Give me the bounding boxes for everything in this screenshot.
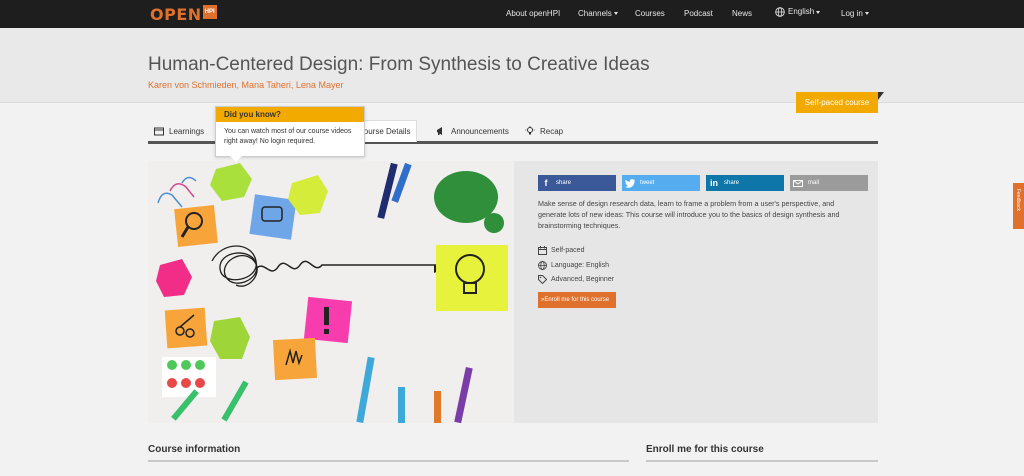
enroll-button[interactable]: »Enroll me for this course bbox=[538, 292, 616, 308]
nav-about[interactable]: About openHPI bbox=[506, 9, 560, 18]
enroll-heading: Enroll me for this course bbox=[646, 444, 764, 455]
twitter-share-label: tweet bbox=[640, 180, 655, 186]
meta-pace: Self-paced bbox=[538, 246, 584, 255]
globe-icon bbox=[538, 261, 547, 270]
nav-language-label: English bbox=[788, 7, 815, 17]
top-navbar: OPEN HPI About openHPI Channels Courses … bbox=[0, 0, 1024, 28]
nav-channels[interactable]: Channels bbox=[578, 9, 618, 18]
tab-course-details-label: Course Details bbox=[358, 127, 411, 136]
calendar-icon bbox=[538, 246, 547, 255]
chevron-down-icon bbox=[613, 12, 618, 16]
course-info-panel: f share tweet in share mail Make sense o… bbox=[514, 161, 878, 423]
course-authors[interactable]: Karen von Schmieden, Mana Taheri, Lena M… bbox=[148, 80, 343, 90]
globe-icon bbox=[775, 7, 785, 17]
course-information-divider bbox=[148, 460, 629, 462]
book-icon bbox=[154, 127, 164, 135]
openhpi-logo[interactable]: OPEN HPI bbox=[150, 4, 217, 24]
facebook-share-label: share bbox=[556, 180, 572, 186]
nav-login-label: Log in bbox=[841, 9, 863, 18]
meta-language: Language: English bbox=[538, 261, 609, 270]
nav-podcast[interactable]: Podcast bbox=[684, 9, 713, 18]
linkedin-share-label: share bbox=[724, 180, 740, 186]
envelope-icon bbox=[790, 175, 806, 191]
logo-box: HPI bbox=[202, 5, 217, 19]
feedback-tab[interactable]: Feedback bbox=[1013, 183, 1024, 229]
course-image bbox=[148, 161, 514, 423]
nav-courses[interactable]: Courses bbox=[635, 9, 665, 18]
share-buttons: f share tweet in share mail bbox=[538, 175, 874, 191]
linkedin-icon: in bbox=[710, 178, 718, 188]
feedback-tab-label: Feedback bbox=[1015, 189, 1021, 211]
enroll-button-label: Enroll me for this course bbox=[544, 297, 610, 303]
meta-pace-label: Self-paced bbox=[551, 247, 585, 254]
tooltip-body: You can watch most of our course videos … bbox=[224, 128, 352, 145]
chevron-down-icon bbox=[864, 12, 869, 16]
twitter-share-button[interactable]: tweet bbox=[622, 175, 700, 191]
course-description: Make sense of design research data, lear… bbox=[538, 199, 840, 230]
self-paced-badge: Self-paced course bbox=[796, 92, 884, 113]
nav-news[interactable]: News bbox=[732, 9, 752, 18]
twitter-icon bbox=[622, 175, 638, 191]
chevron-down-icon bbox=[816, 10, 821, 14]
tab-recap-label: Recap bbox=[540, 126, 564, 136]
mail-share-label: mail bbox=[808, 180, 820, 186]
meta-language-label: Language: English bbox=[551, 262, 609, 269]
did-you-know-tooltip: Did you know? You can watch most of our … bbox=[215, 106, 365, 162]
linkedin-share-button[interactable]: in share bbox=[706, 175, 784, 191]
nav-login[interactable]: Log in bbox=[841, 9, 869, 18]
tab-learnings[interactable]: Learnings bbox=[148, 120, 210, 142]
tag-icon bbox=[538, 275, 547, 284]
tooltip-arrow bbox=[230, 156, 242, 162]
lightbulb-icon bbox=[525, 126, 535, 135]
facebook-icon: f bbox=[544, 178, 548, 188]
meta-level-label: Advanced, Beginner bbox=[551, 276, 615, 283]
facebook-share-button[interactable]: f share bbox=[538, 175, 616, 191]
tab-announcements[interactable]: Announcements bbox=[430, 120, 515, 142]
tooltip-title: Did you know? bbox=[216, 107, 364, 122]
enroll-divider bbox=[646, 460, 878, 462]
meta-level: Advanced, Beginner bbox=[538, 275, 614, 284]
course-information-heading: Course information bbox=[148, 444, 241, 455]
tab-announcements-label: Announcements bbox=[451, 126, 509, 136]
mail-share-button[interactable]: mail bbox=[790, 175, 868, 191]
tab-learnings-label: Learnings bbox=[169, 126, 205, 136]
nav-channels-label: Channels bbox=[578, 9, 612, 18]
megaphone-icon bbox=[437, 127, 442, 135]
logo-text: OPEN bbox=[150, 4, 202, 24]
course-title: Human-Centered Design: From Synthesis to… bbox=[148, 54, 650, 75]
design-illustration bbox=[148, 161, 514, 423]
nav-language[interactable]: English bbox=[775, 7, 821, 17]
tab-recap[interactable]: Recap bbox=[519, 120, 569, 142]
